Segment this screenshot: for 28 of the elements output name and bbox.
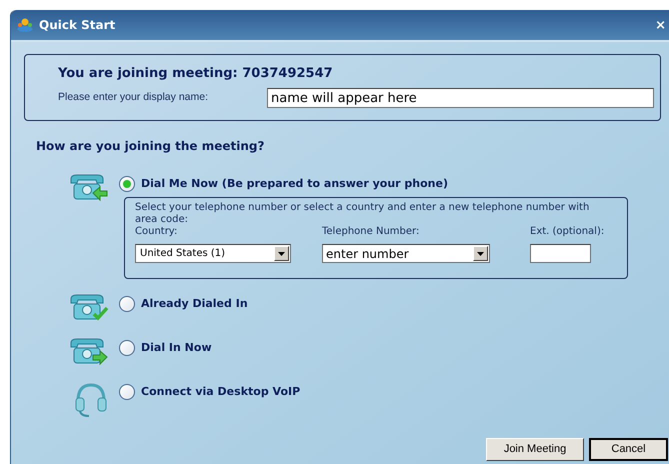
radio-button[interactable]	[119, 340, 135, 356]
radio-button[interactable]	[119, 296, 135, 312]
option-label: Dial Me Now (Be prepared to answer your phone)	[141, 176, 448, 192]
meeting-heading: You are joining meeting: 7037492547	[58, 65, 334, 83]
display-name-label: Please enter your display name:	[58, 90, 209, 106]
extension-label: Ext. (optional):	[530, 226, 604, 238]
instructions-text: Select your telephone number or select a country and enter a new telephone number with area code:	[135, 202, 590, 226]
display-name-field[interactable]: name will appear here	[267, 88, 654, 108]
phone-left-arrow-icon	[69, 173, 109, 203]
window-title: Quick Start	[39, 17, 116, 34]
country-label: Country:	[135, 226, 178, 238]
radio-button[interactable]	[119, 384, 135, 400]
country-dropdown[interactable]: United States (1)	[135, 244, 291, 263]
option-label: Already Dialed In	[141, 296, 248, 312]
headset-icon	[73, 381, 109, 419]
close-button[interactable]: ×	[655, 18, 666, 32]
phone-right-arrow-icon	[69, 337, 109, 367]
telephone-label: Telephone Number:	[322, 226, 420, 238]
join-question: How are you joining the meeting?	[36, 138, 266, 155]
option-label: Connect via Desktop VoIP	[141, 384, 300, 400]
telephone-dropdown[interactable]: enter number	[322, 244, 490, 263]
app-icon	[17, 18, 33, 32]
extension-field[interactable]	[530, 244, 591, 263]
option-label: Dial In Now	[141, 340, 212, 356]
phone-checkmark-icon	[69, 293, 109, 323]
radio-button[interactable]	[119, 176, 135, 192]
dialog-button[interactable]: Cancel	[589, 438, 668, 461]
dialog-button[interactable]: Join Meeting	[486, 438, 584, 461]
